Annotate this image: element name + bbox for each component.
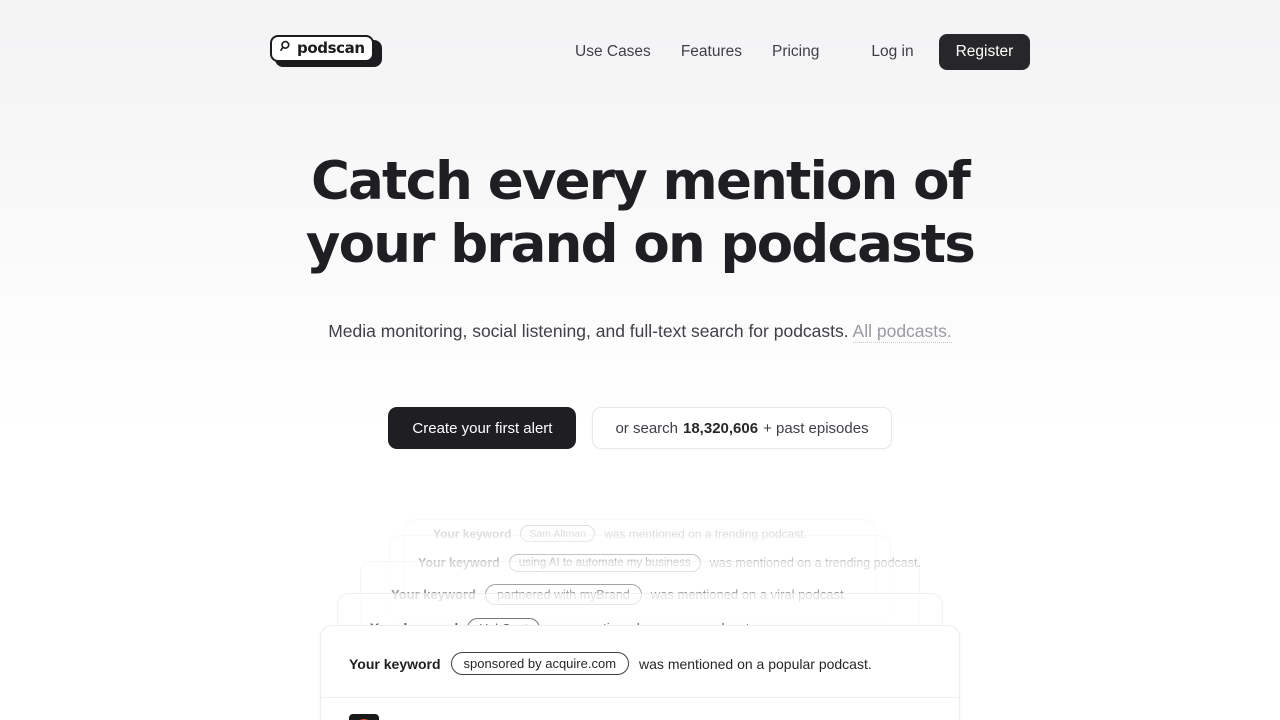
logo-text: podscan [297,39,365,57]
hero-section: Catch every mention of your brand on pod… [0,150,1280,344]
alert-card-meta: on Joe Rogan Experience published [321,698,959,720]
search-suffix-label: + past episodes [763,419,869,437]
keyword-label: Your keyword [349,655,441,672]
page-title: Catch every mention of your brand on pod… [0,150,1280,276]
register-button[interactable]: Register [938,34,1031,70]
hero-title-line-1: Catch every mention of [310,151,971,212]
nav-item-use-cases[interactable]: Use Cases [560,37,666,67]
nav-item-features[interactable]: Features [666,37,757,67]
alert-card-line: Your keyword sponsored by acquire.com wa… [321,626,959,675]
create-first-alert-button[interactable]: Create your first alert [388,407,577,449]
episode-count: 18,320,606 [683,419,759,437]
hero-subtitle-text: Media monitoring, social listening, and … [328,321,849,341]
cta-row: Create your first alert or search 18,320… [0,407,1280,449]
nav-item-pricing[interactable]: Pricing [757,37,834,67]
search-icon [280,40,293,58]
keyword-pill: sponsored by acquire.com [450,652,630,675]
search-prefix-label: or search [615,419,678,437]
alert-card-front[interactable]: Your keyword sponsored by acquire.com wa… [320,625,960,720]
podcast-artwork [349,714,379,720]
all-podcasts-link[interactable]: All podcasts. [852,321,952,343]
logo-box: podscan [270,35,374,62]
landing-page: podscan Use Cases Features Pricing Log i… [0,0,1280,720]
alert-tail-text: was mentioned on a popular podcast. [639,655,872,672]
main-nav: Use Cases Features Pricing Log in Regist… [560,0,1031,104]
hero-title-line-2: your brand on podcasts [305,214,976,275]
search-episodes-button[interactable]: or search 18,320,606 + past episodes [592,407,892,449]
site-header: podscan Use Cases Features Pricing Log i… [0,0,1280,104]
logo[interactable]: podscan [270,35,382,67]
nav-item-log-in[interactable]: Log in [856,37,928,67]
alert-card-stack: Your keyword Sam Altman was mentioned on… [0,505,1280,720]
hero-subtitle: Media monitoring, social listening, and … [0,318,1280,344]
